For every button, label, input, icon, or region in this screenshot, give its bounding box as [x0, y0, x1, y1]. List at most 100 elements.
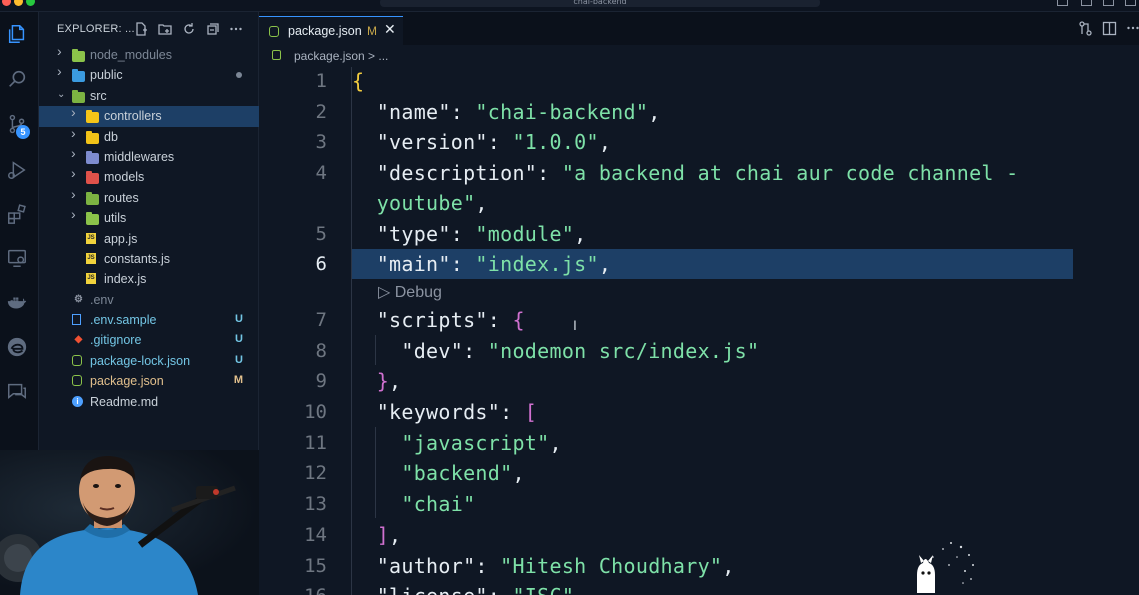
folder-item[interactable]: › controllers — [39, 105, 259, 127]
folder-icon — [86, 150, 99, 164]
code-token: { — [512, 308, 525, 332]
code-line: "name": "chai-backend", — [352, 100, 661, 124]
folder-item[interactable]: › db — [39, 126, 259, 147]
refresh-icon[interactable] — [181, 22, 197, 38]
search-icon[interactable] — [5, 67, 29, 91]
file-item[interactable]: .env.sample U — [39, 310, 259, 330]
toggle-secondary-sidebar-icon[interactable] — [1103, 0, 1114, 6]
code-token: , — [574, 584, 586, 595]
folder-item[interactable]: ⌄ src — [39, 86, 259, 106]
line-number: 13 — [304, 493, 327, 515]
code-token: : — [500, 400, 525, 424]
folder-item[interactable]: › models — [39, 166, 259, 187]
file-item[interactable]: package-lock.json U — [39, 351, 259, 371]
nodejs-file-icon — [72, 375, 82, 387]
docker-icon[interactable] — [5, 291, 29, 315]
debug-codelens[interactable]: ▷ Debug — [378, 282, 442, 302]
toggle-panel-icon[interactable] — [1081, 0, 1092, 6]
chevron-right-icon[interactable]: › — [71, 126, 81, 140]
file-tree-label: public — [90, 68, 123, 83]
line-number: 8 — [315, 340, 327, 362]
customize-layout-icon[interactable] — [1125, 0, 1136, 6]
chevron-down-icon[interactable]: ⌄ — [57, 89, 67, 100]
code-token: "main" — [376, 252, 451, 276]
folder-item[interactable]: › middlewares — [39, 146, 259, 167]
folder-item[interactable]: › utils — [39, 207, 259, 228]
code-token: : — [450, 100, 476, 124]
code-token: } — [376, 369, 390, 393]
code-token: , — [648, 100, 661, 124]
code-token: "nodemon src/index.js" — [487, 339, 760, 363]
code-token: : — [450, 222, 476, 246]
code-token: "ISC" — [512, 584, 574, 595]
code-token: [ — [524, 400, 538, 424]
code-editor[interactable]: ▷ Debug I 1 {2 "name": "chai-backend", 3 "… — [259, 67, 1139, 595]
chevron-right-icon[interactable]: › — [71, 146, 81, 160]
code-token: "chai" — [401, 492, 476, 516]
file-tree-label: Readme.md — [90, 394, 159, 409]
zoom-window-icon[interactable] — [26, 0, 35, 6]
file-item[interactable]: JS constants.js — [39, 249, 259, 269]
open-changes-icon[interactable] — [1077, 21, 1093, 37]
file-item[interactable]: ◆ .gitignore U — [39, 330, 259, 350]
code-token: , — [598, 130, 612, 154]
code-line: "version": "1.0.0", — [352, 130, 611, 154]
code-token: ] — [376, 523, 390, 547]
editor-more-actions-icon[interactable] — [1125, 21, 1139, 37]
breadcrumb-path[interactable]: package.json > ... — [294, 49, 388, 63]
debug-codelens-label: Debug — [394, 284, 442, 301]
source-control-badge: 5 — [16, 125, 30, 139]
folder-item[interactable]: › routes — [39, 187, 259, 208]
tab-close-icon[interactable]: ✕ — [384, 22, 396, 38]
run-debug-icon[interactable] — [5, 158, 29, 182]
close-window-icon[interactable] — [2, 0, 11, 6]
line-number: 5 — [315, 223, 327, 245]
more-actions-icon[interactable] — [228, 22, 244, 38]
new-file-icon[interactable] — [133, 22, 149, 38]
line-number: 15 — [304, 555, 327, 577]
chat-icon[interactable] — [5, 379, 29, 403]
code-line: "author": "Hitesh Choudhary", — [352, 554, 735, 578]
edge-devtools-icon[interactable] — [5, 335, 29, 359]
new-folder-icon[interactable] — [157, 22, 173, 38]
chevron-right-icon[interactable]: › — [57, 44, 67, 58]
code-line: { — [352, 69, 364, 93]
code-token: "Hitesh Choudhary" — [500, 554, 723, 578]
window-title[interactable]: chai-backend — [380, 0, 820, 7]
folder-item[interactable]: › node_modules — [39, 44, 259, 65]
chevron-right-icon[interactable]: › — [71, 207, 81, 221]
file-item[interactable]: JS index.js — [39, 269, 259, 289]
chevron-right-icon[interactable]: › — [57, 64, 67, 78]
file-item[interactable]: i Readme.md — [39, 392, 259, 412]
split-editor-icon[interactable] — [1101, 21, 1117, 37]
toggle-primary-sidebar-icon[interactable] — [1057, 0, 1068, 6]
code-token: "description" — [376, 161, 538, 185]
file-item[interactable]: package.json M — [39, 371, 259, 391]
folder-item[interactable]: › public — [39, 64, 259, 85]
code-line: "type": "module", — [352, 222, 587, 246]
code-line: youtube", — [352, 191, 488, 215]
file-item[interactable]: ⚙ .env — [39, 290, 259, 310]
code-line: "main": "index.js", — [352, 252, 611, 276]
explorer-icon[interactable] — [5, 22, 29, 46]
folder-icon — [86, 171, 99, 185]
chevron-right-icon[interactable]: › — [71, 166, 81, 180]
code-line: ], — [352, 523, 401, 547]
chevron-right-icon[interactable]: › — [71, 105, 81, 119]
line-number: 16 — [259, 585, 327, 595]
remote-explorer-icon[interactable] — [5, 246, 29, 270]
tab-package-json[interactable]: package.json M ✕ — [259, 16, 403, 45]
minimize-window-icon[interactable] — [14, 0, 23, 6]
code-token: "keywords" — [376, 400, 501, 424]
extensions-icon[interactable] — [5, 202, 29, 226]
collapse-all-icon[interactable] — [204, 22, 220, 38]
chevron-right-icon[interactable]: › — [71, 187, 81, 201]
title-bar: chai-backend — [0, 0, 1139, 12]
code-token: "backend" — [401, 461, 513, 485]
file-item[interactable]: JS app.js — [39, 229, 259, 249]
